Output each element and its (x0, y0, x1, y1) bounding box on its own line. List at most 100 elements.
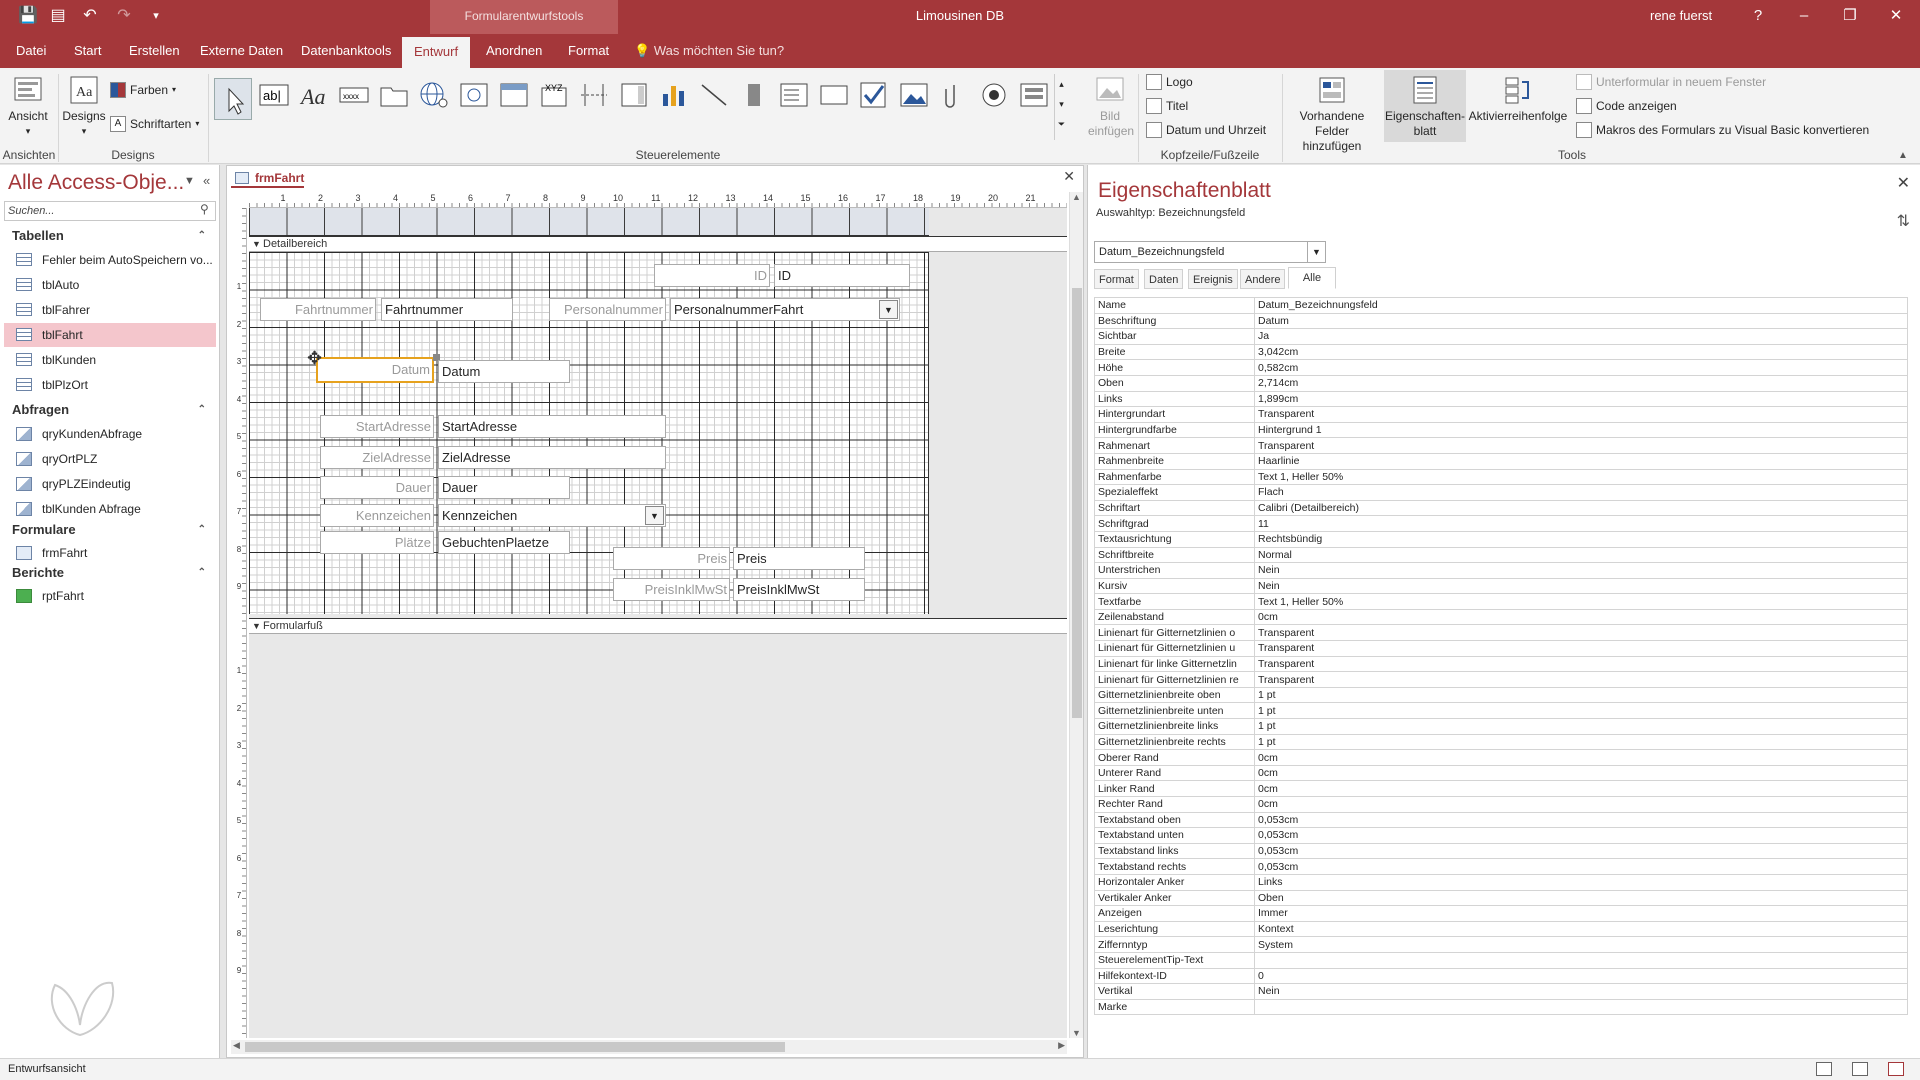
form-header-area[interactable] (249, 208, 929, 236)
property-row[interactable]: Textausrichtung Rechtsbündig (1094, 530, 1908, 548)
fonts-button[interactable]: A Schriftarten ▾ (110, 114, 199, 134)
property-value[interactable]: 0,053cm (1254, 858, 1908, 875)
property-row[interactable]: Links 1,899cm (1094, 390, 1908, 408)
property-row[interactable]: Rahmenart Transparent (1094, 437, 1908, 454)
property-value[interactable]: System (1254, 936, 1908, 953)
kennzeichen-combo[interactable]: Kennzeichen ▼ (438, 504, 666, 527)
nav-item-query[interactable]: qryKundenAbfrage (4, 422, 216, 446)
property-value[interactable]: 3,042cm (1254, 343, 1908, 361)
property-value[interactable]: 1 pt (1254, 718, 1908, 735)
nav-item-query[interactable]: qryPLZEindeutig (4, 472, 216, 496)
property-row[interactable]: Gitternetzlinienbreite links 1 pt (1094, 718, 1908, 735)
chevron-down-icon[interactable]: ▼ (1307, 242, 1325, 262)
property-row[interactable]: Schriftgrad 11 (1094, 515, 1908, 532)
property-row[interactable]: Hilfekontext-ID 0 (1094, 967, 1908, 985)
property-value[interactable]: 1 pt (1254, 702, 1908, 720)
label-tool-icon[interactable]: Aa (297, 76, 331, 114)
horizontal-scroll-thumb[interactable] (245, 1042, 785, 1052)
property-value[interactable]: Nein (1254, 562, 1908, 579)
customize-quick-access-icon[interactable]: ▾ (144, 6, 168, 26)
property-row[interactable]: Kursiv Nein (1094, 577, 1908, 595)
nav-pane-title[interactable]: Alle Access-Obje... (8, 171, 184, 195)
property-value[interactable]: 0,053cm (1254, 827, 1908, 844)
user-name[interactable]: rene fuerst (1650, 0, 1712, 32)
prop-tab-daten[interactable]: Daten (1144, 269, 1184, 289)
tab-start[interactable]: Start (72, 34, 103, 68)
preis-label[interactable]: Preis (613, 547, 730, 570)
title-button[interactable]: Titel (1146, 96, 1188, 116)
property-row[interactable]: Höhe 0,582cm (1094, 359, 1908, 376)
scroll-up-icon[interactable]: ▲ (1072, 192, 1081, 202)
vertical-scroll-thumb[interactable] (1072, 288, 1082, 718)
property-row[interactable]: Spezialeffekt Flach (1094, 484, 1908, 501)
property-value[interactable]: Hintergrund 1 (1254, 421, 1908, 439)
property-row[interactable]: Gitternetzlinienbreite unten 1 pt (1094, 702, 1908, 720)
rectangle-tool-icon[interactable] (817, 76, 851, 114)
datum-field[interactable]: Datum (438, 360, 570, 383)
logo-button[interactable]: Logo (1146, 72, 1193, 92)
property-value[interactable]: Transparent (1254, 406, 1908, 423)
save-icon[interactable]: 💾 (16, 6, 40, 26)
property-value[interactable]: Nein (1254, 983, 1908, 1000)
startadresse-label[interactable]: StartAdresse (320, 415, 434, 438)
insert-image-button[interactable]: Bild einfügen (1088, 74, 1134, 139)
property-value[interactable]: 0,582cm (1254, 359, 1908, 376)
property-row[interactable]: Horizontaler Anker Links (1094, 873, 1908, 891)
form-view-icon[interactable]: ▤ (46, 6, 70, 26)
property-row[interactable]: SteuerelementTip-Text (1094, 951, 1908, 969)
tab-entwurf[interactable]: Entwurf (402, 37, 471, 68)
close-document-icon[interactable]: ✕ (1063, 168, 1075, 185)
datum-label-selected[interactable]: Datum (316, 357, 434, 383)
detail-section-grid[interactable]: ID ID Fahrtnummer Fahrtnummer Personalnu… (249, 252, 929, 614)
property-row[interactable]: Textabstand oben 0,053cm (1094, 811, 1908, 829)
property-value[interactable]: Transparent (1254, 640, 1908, 657)
line-tool-icon[interactable] (697, 76, 731, 114)
personalnummer-combo[interactable]: PersonalnummerFahrt ▼ (670, 298, 900, 321)
property-row[interactable]: Marke (1094, 998, 1908, 1016)
footer-section-bar[interactable]: ▼ Formularfuß (249, 618, 1067, 634)
property-row[interactable]: Linienart für Gitternetzlinien o Transpar… (1094, 624, 1908, 642)
property-value[interactable]: Kontext (1254, 920, 1908, 938)
nav-item-table-selected[interactable]: tblFahrt (4, 323, 216, 347)
hyperlink-tool-icon[interactable] (417, 76, 451, 114)
property-value[interactable] (1254, 998, 1908, 1016)
undo-icon[interactable]: ↶ (78, 6, 102, 26)
nav-item-query[interactable]: tblKunden Abfrage (4, 497, 216, 521)
startadresse-field[interactable]: StartAdresse (438, 415, 666, 438)
property-row[interactable]: Sichtbar Ja (1094, 328, 1908, 345)
plaetze-label[interactable]: Plätze (320, 531, 434, 554)
add-existing-fields-button[interactable]: Vorhandene Felder hinzufügen (1284, 74, 1380, 154)
close-icon[interactable]: ✕ (1897, 173, 1910, 193)
list-box-tool-icon[interactable] (777, 76, 811, 114)
minimize-button[interactable]: – (1782, 0, 1826, 34)
property-row[interactable]: Breite 3,042cm (1094, 343, 1908, 361)
property-row[interactable]: Leserichtung Kontext (1094, 920, 1908, 938)
scroll-right-icon[interactable]: ▶ (1058, 1040, 1065, 1051)
tab-externe-daten[interactable]: Externe Daten (198, 34, 285, 68)
property-value[interactable]: 1 pt (1254, 686, 1908, 704)
checkbox-tool-icon[interactable] (857, 76, 891, 114)
footer-area[interactable] (249, 636, 1067, 1038)
page-break-tool-icon[interactable] (577, 76, 611, 114)
nav-search-input[interactable]: Suchen... (4, 201, 216, 221)
navigation-tool-icon[interactable] (497, 76, 531, 114)
document-tab-frmfahrt[interactable]: frmFahrt (231, 168, 305, 188)
property-row[interactable]: Anzeigen Immer (1094, 905, 1908, 922)
property-value[interactable]: Rechtsbündig (1254, 530, 1908, 548)
chart-tool-icon[interactable] (657, 76, 691, 114)
preis-field[interactable]: Preis (733, 547, 865, 570)
search-icon[interactable]: ⚲ (200, 202, 209, 216)
fahrtnummer-label[interactable]: Fahrtnummer (260, 298, 376, 321)
property-row[interactable]: Textabstand rechts 0,053cm (1094, 858, 1908, 875)
subform-tool-icon[interactable] (1017, 76, 1051, 114)
property-value[interactable]: Transparent (1254, 437, 1908, 454)
property-value[interactable]: 0cm (1254, 764, 1908, 782)
nav-item-table[interactable]: Fehler beim AutoSpeichern vo... (4, 248, 216, 272)
toggle-button-tool-icon[interactable] (737, 76, 771, 114)
zieladresse-label[interactable]: ZielAdresse (320, 446, 434, 469)
property-row[interactable]: Rahmenbreite Haarlinie (1094, 452, 1908, 470)
property-row[interactable]: Linker Rand 0cm (1094, 780, 1908, 797)
property-value[interactable]: Haarlinie (1254, 452, 1908, 470)
prop-tab-andere[interactable]: Andere (1240, 269, 1286, 289)
property-value[interactable]: Immer (1254, 905, 1908, 922)
